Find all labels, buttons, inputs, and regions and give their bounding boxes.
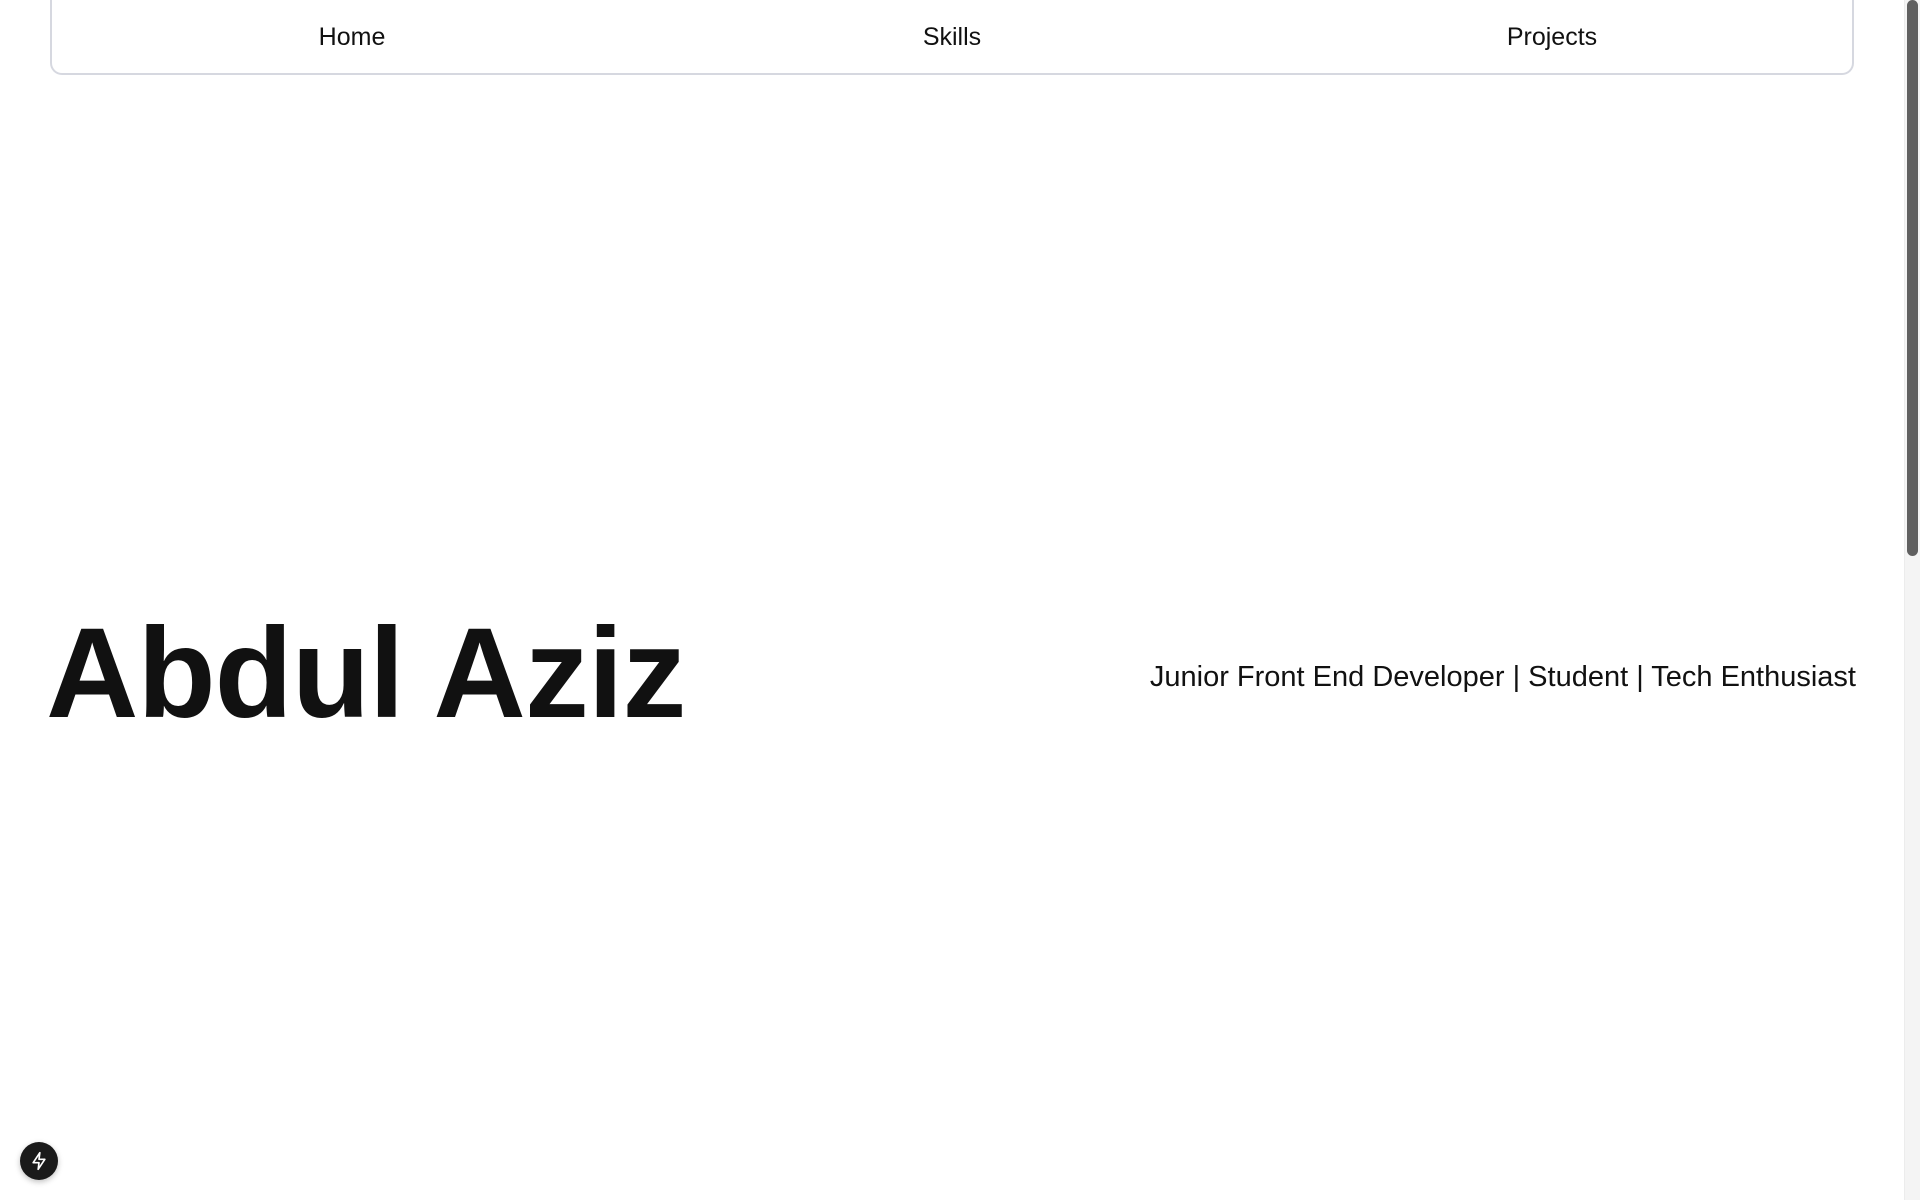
nav-item-skills[interactable]: Skills xyxy=(652,21,1252,50)
page: Home Skills Projects Abdul Aziz Junior F… xyxy=(0,0,1920,1200)
nav-item-home[interactable]: Home xyxy=(52,21,652,50)
lightning-bolt-icon xyxy=(32,1151,46,1171)
top-navbar: Home Skills Projects xyxy=(50,0,1854,75)
hero-name: Abdul Aziz xyxy=(46,602,686,745)
vertical-scrollbar[interactable] xyxy=(1904,0,1920,1200)
dev-tools-button[interactable] xyxy=(20,1142,58,1180)
hero-tagline: Junior Front End Developer | Student | T… xyxy=(1149,661,1856,693)
scrollbar-thumb[interactable] xyxy=(1907,0,1918,556)
nav-item-projects[interactable]: Projects xyxy=(1252,21,1852,50)
